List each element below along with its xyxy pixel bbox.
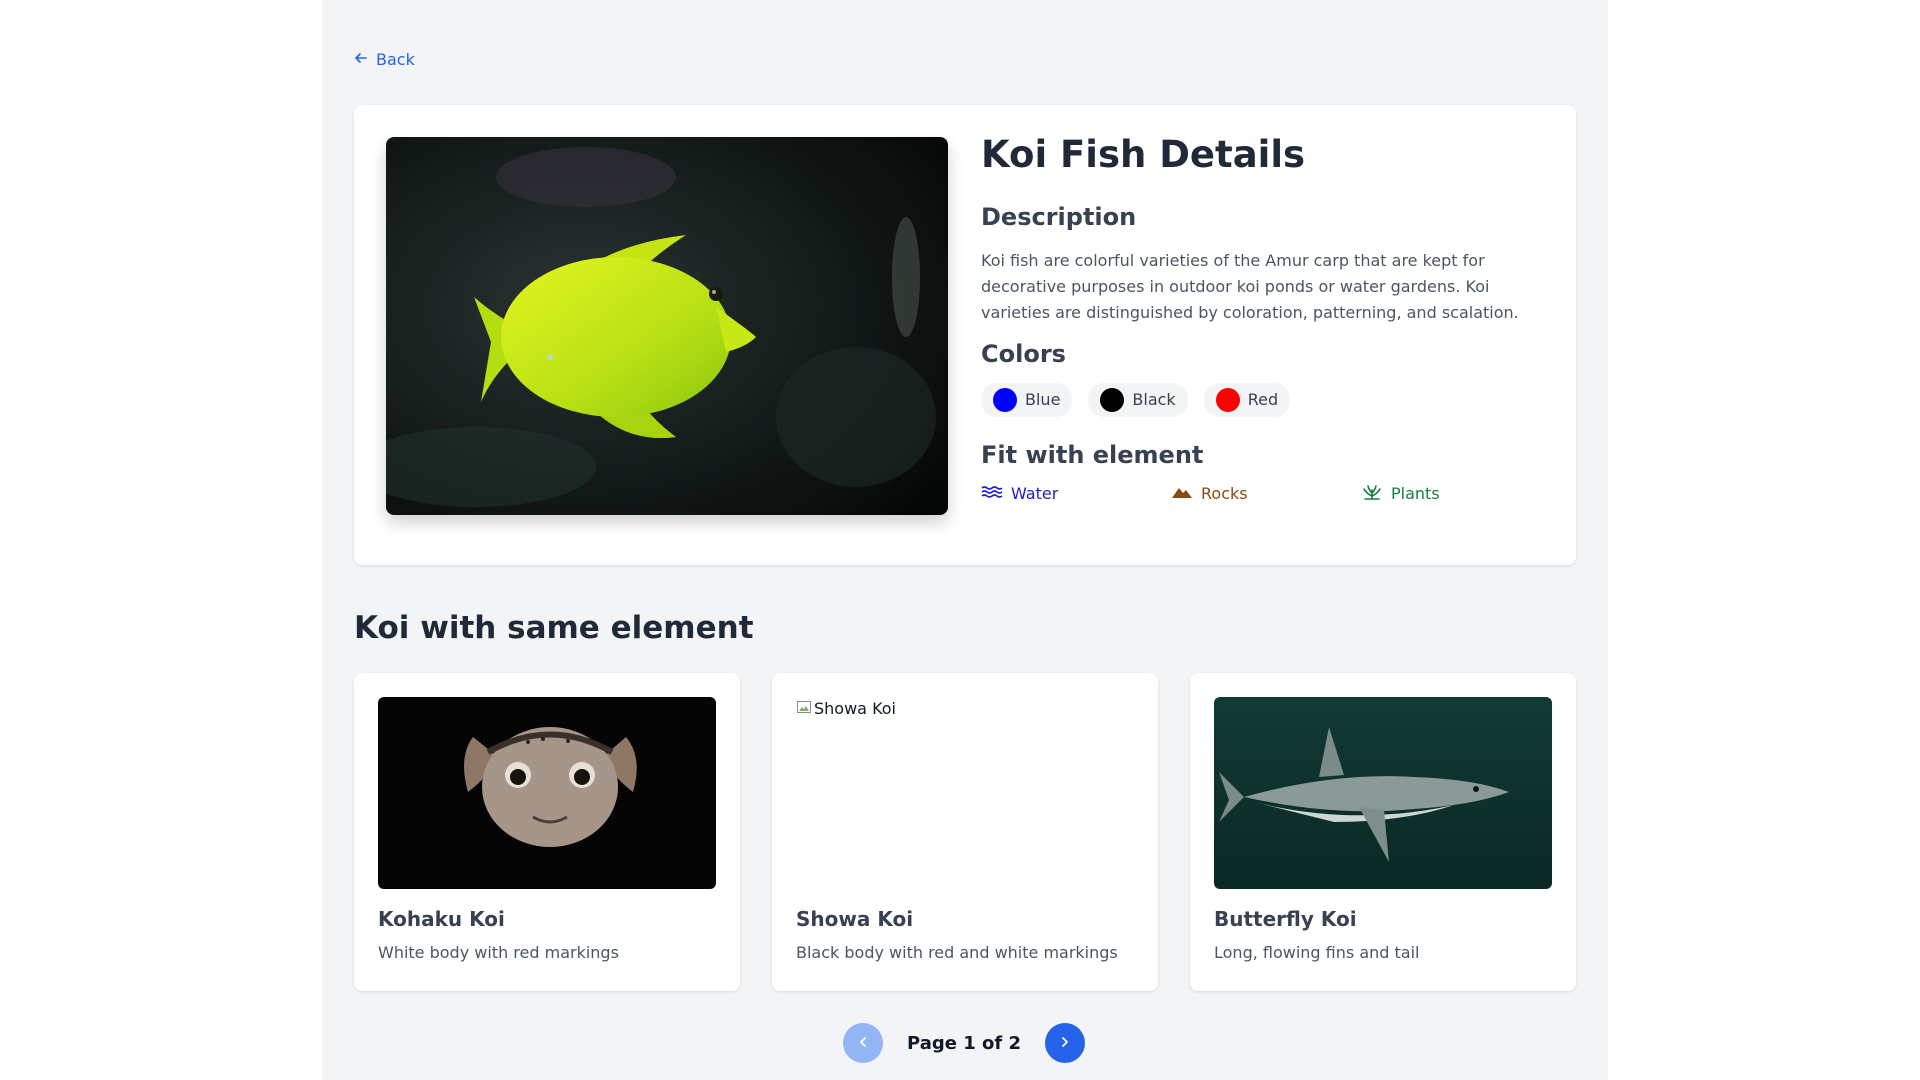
koi-card[interactable]: Showa Koi Showa Koi Black body with red … <box>772 673 1158 991</box>
water-waves-icon <box>981 484 1003 504</box>
color-chip-blue: Blue <box>981 382 1073 417</box>
elements-heading: Fit with element <box>981 440 1204 469</box>
page-title: Koi Fish Details <box>981 133 1306 176</box>
description-text: Koi fish are colorful varieties of the A… <box>981 251 1519 323</box>
chevron-right-icon <box>1058 1034 1072 1053</box>
koi-card[interactable]: Butterfly Koi Long, flowing fins and tai… <box>1190 673 1576 991</box>
related-heading: Koi with same element <box>354 610 754 646</box>
koi-name: Kohaku Koi <box>378 907 505 931</box>
koi-description: Black body with red and white markings <box>796 943 1118 962</box>
plant-icon <box>1361 484 1383 504</box>
color-swatch-red <box>1215 387 1240 412</box>
element-label: Rocks <box>1201 484 1248 504</box>
koi-name: Butterfly Koi <box>1214 907 1357 931</box>
color-label: Blue <box>1025 390 1061 410</box>
color-label: Red <box>1247 390 1279 410</box>
image-alt-text: Showa Koi <box>814 699 896 718</box>
koi-name: Showa Koi <box>796 907 914 931</box>
koi-main-image <box>386 137 948 515</box>
element-plants: Plants <box>1361 484 1551 504</box>
element-label: Plants <box>1391 484 1440 504</box>
chevron-left-icon <box>856 1034 870 1053</box>
pagination: Page 1 of 2 <box>843 1023 1085 1063</box>
pufferfish-photo <box>378 697 716 889</box>
element-water: Water <box>981 484 1171 504</box>
arrow-left-icon <box>354 50 368 69</box>
related-koi-grid: Kohaku Koi White body with red markings … <box>354 673 1576 991</box>
color-swatch-black <box>1100 387 1125 412</box>
element-list: Water Rocks Plants <box>981 484 1551 504</box>
shark-photo <box>1214 697 1552 889</box>
element-rocks: Rocks <box>1171 484 1361 504</box>
next-page-button[interactable] <box>1045 1023 1085 1063</box>
back-label: Back <box>376 50 415 69</box>
color-chip-red: Red <box>1203 382 1291 417</box>
previous-page-button[interactable] <box>843 1023 883 1063</box>
broken-image: Showa Koi <box>796 697 1134 889</box>
koi-detail-card: Koi Fish Details Description Koi fish ar… <box>354 105 1576 565</box>
color-label: Black <box>1132 390 1176 410</box>
back-link[interactable]: Back <box>354 50 415 69</box>
color-list: Blue Black Red <box>981 382 1551 417</box>
koi-card[interactable]: Kohaku Koi White body with red markings <box>354 673 740 991</box>
koi-description: Long, flowing fins and tail <box>1214 943 1420 962</box>
description-heading: Description <box>981 203 1137 232</box>
color-swatch-blue <box>993 387 1017 412</box>
colors-heading: Colors <box>981 340 1066 369</box>
mountain-icon <box>1171 484 1193 504</box>
broken-image-icon <box>796 699 812 719</box>
color-chip-black: Black <box>1088 382 1188 417</box>
element-label: Water <box>1011 484 1059 504</box>
koi-description: White body with red markings <box>378 943 619 962</box>
koi-info-panel: Koi Fish Details Description Koi fish ar… <box>981 133 1551 504</box>
page-indicator: Page 1 of 2 <box>907 1032 1021 1054</box>
